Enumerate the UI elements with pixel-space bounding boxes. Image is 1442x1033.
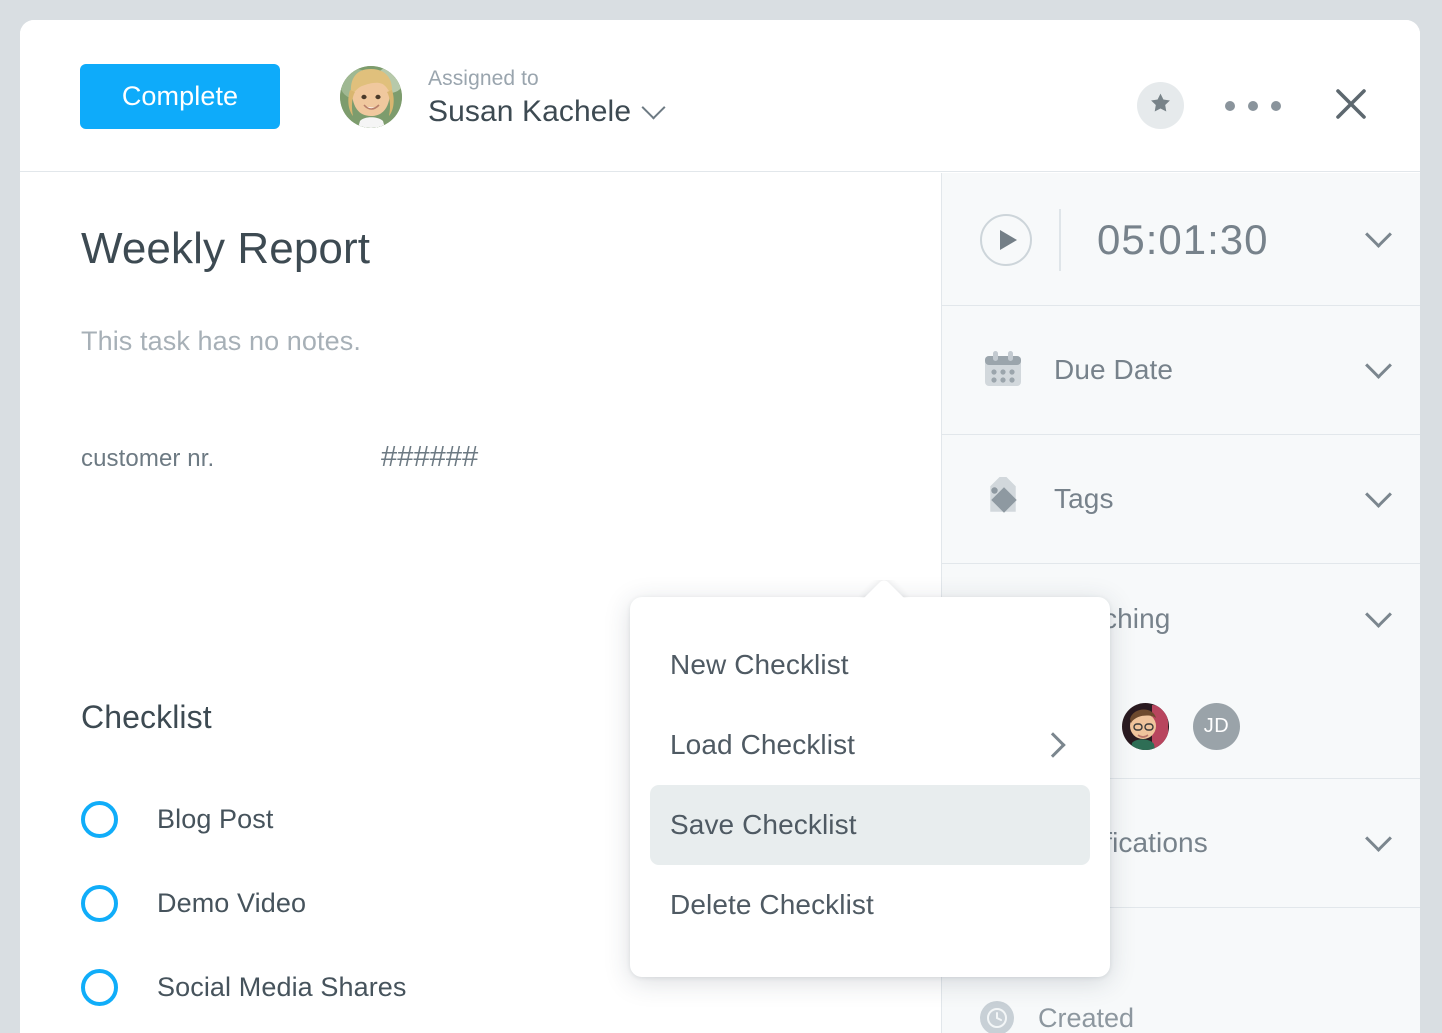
- ellipsis-dot: [1225, 101, 1235, 111]
- ellipsis-dot: [1271, 101, 1281, 111]
- star-button[interactable]: [1137, 82, 1184, 129]
- due-date-section: Due Date: [942, 306, 1420, 435]
- chevron-down-icon[interactable]: [1365, 352, 1392, 379]
- custom-field-value[interactable]: ######: [381, 441, 478, 474]
- tags-section: Tags: [942, 435, 1420, 564]
- assignee-name: Susan Kachele: [428, 97, 631, 127]
- menu-item-new-checklist[interactable]: New Checklist: [650, 625, 1090, 705]
- sidebar-item-due-date[interactable]: Due Date: [942, 306, 1420, 434]
- checklist-heading: Checklist: [81, 701, 212, 733]
- play-button[interactable]: [980, 214, 1032, 266]
- assignee-text: Assigned to Susan Kachele: [428, 68, 662, 127]
- checklist-item-label: Blog Post: [157, 804, 273, 835]
- chevron-down-icon[interactable]: [1365, 601, 1392, 628]
- custom-field-row: customer nr. ######: [81, 441, 781, 474]
- star-icon: [1148, 91, 1173, 120]
- close-button[interactable]: [1325, 78, 1377, 130]
- next-up-item-label: Created: [1038, 1003, 1134, 1033]
- clock-icon: [980, 1001, 1014, 1033]
- chevron-down-icon[interactable]: [1365, 221, 1392, 248]
- calendar-icon: [980, 347, 1026, 393]
- popover-arrow: [858, 580, 910, 598]
- list-item[interactable]: In-App Notification: [81, 1029, 881, 1033]
- play-icon: [1000, 230, 1017, 250]
- menu-item-load-checklist[interactable]: Load Checklist: [650, 705, 1090, 785]
- timer-section: 05:01:30: [942, 173, 1420, 306]
- sidebar-item-label: Tags: [1054, 483, 1369, 515]
- timer-row: 05:01:30: [942, 173, 1420, 306]
- checkbox-icon[interactable]: [81, 801, 118, 838]
- task-detail-modal: Complete: [20, 20, 1420, 1033]
- checklist-item-label: Social Media Shares: [157, 972, 407, 1003]
- modal-header: Complete: [20, 20, 1420, 172]
- checklist-options-popover: New Checklist Load Checklist Save Checkl…: [630, 597, 1110, 977]
- sidebar-item-label: Due Date: [1054, 354, 1369, 386]
- menu-item-label: Save Checklist: [670, 809, 1068, 841]
- menu-item-delete-checklist[interactable]: Delete Checklist: [650, 865, 1090, 945]
- chevron-down-icon[interactable]: [1365, 481, 1392, 508]
- timer-value: 05:01:30: [1097, 216, 1369, 264]
- task-notes[interactable]: This task has no notes.: [81, 328, 361, 355]
- checklist-item-label: Demo Video: [157, 888, 306, 919]
- avatar[interactable]: [1122, 703, 1169, 750]
- checkbox-icon[interactable]: [81, 969, 118, 1006]
- chevron-down-icon[interactable]: [1365, 825, 1392, 852]
- more-options-button[interactable]: [1225, 98, 1281, 114]
- tag-icon: [980, 476, 1026, 522]
- chevron-right-icon: [1040, 732, 1065, 757]
- divider: [1059, 209, 1061, 271]
- assigned-to-label: Assigned to: [428, 68, 662, 89]
- close-icon: [1325, 78, 1377, 130]
- sidebar-item-tags[interactable]: Tags: [942, 435, 1420, 563]
- page-title[interactable]: Weekly Report: [81, 227, 370, 271]
- custom-field-label: customer nr.: [81, 445, 381, 473]
- checkbox-icon[interactable]: [81, 885, 118, 922]
- menu-item-save-checklist[interactable]: Save Checklist: [650, 785, 1090, 865]
- chevron-down-icon[interactable]: [642, 95, 666, 119]
- menu-item-label: Load Checklist: [670, 729, 1044, 761]
- assignee-selector[interactable]: Assigned to Susan Kachele: [340, 64, 662, 130]
- ellipsis-dot: [1248, 101, 1258, 111]
- menu-item-label: New Checklist: [670, 649, 1068, 681]
- next-up-item[interactable]: Created: [942, 1001, 1420, 1033]
- avatar: [340, 66, 402, 128]
- complete-button[interactable]: Complete: [80, 64, 280, 129]
- avatar-initials[interactable]: JD: [1193, 703, 1240, 750]
- menu-item-label: Delete Checklist: [670, 889, 1068, 921]
